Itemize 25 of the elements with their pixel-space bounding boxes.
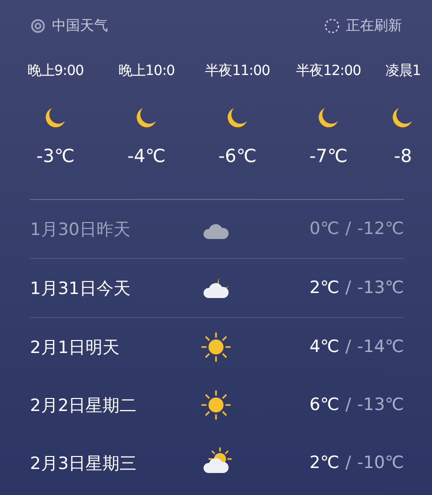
day-date: 2月2日星期二 [30,394,138,416]
hour-temperature: -3℃ [36,146,75,167]
hour-temperature: -7℃ [309,146,348,167]
temperature-range: 0℃ / -12℃ [309,219,404,239]
hour-time: 半夜12:00 [296,62,361,80]
hour-time: 晚上10:0 [118,62,175,80]
temperature-range: 6℃ / -13℃ [309,395,404,415]
sun-icon [200,331,232,363]
hour-time: 半夜11:00 [205,62,270,80]
day-date: 1月30日昨天 [30,218,132,240]
hour-temperature: -8 [394,146,412,167]
app-name: 中国天气 [52,17,108,35]
day-date: 2月1日明天 [30,336,121,358]
sun-icon [200,389,232,421]
loading-spinner-icon [324,18,340,34]
day-date: 1月31日今天 [30,278,132,300]
hour-time: 凌晨1 [385,62,421,80]
refresh-status: 正在刷新 [346,17,402,35]
temperature-range: 2℃ / -10℃ [309,453,404,473]
temperature-range: 2℃ / -13℃ [309,278,404,298]
temperature-range: 4℃ / -14℃ [309,337,404,357]
hour-temperature: -6℃ [218,146,257,167]
hour-time: 晚上9:00 [27,62,84,80]
hour-temperature: -4℃ [127,146,166,167]
day-date: 2月3日星期三 [30,452,138,474]
